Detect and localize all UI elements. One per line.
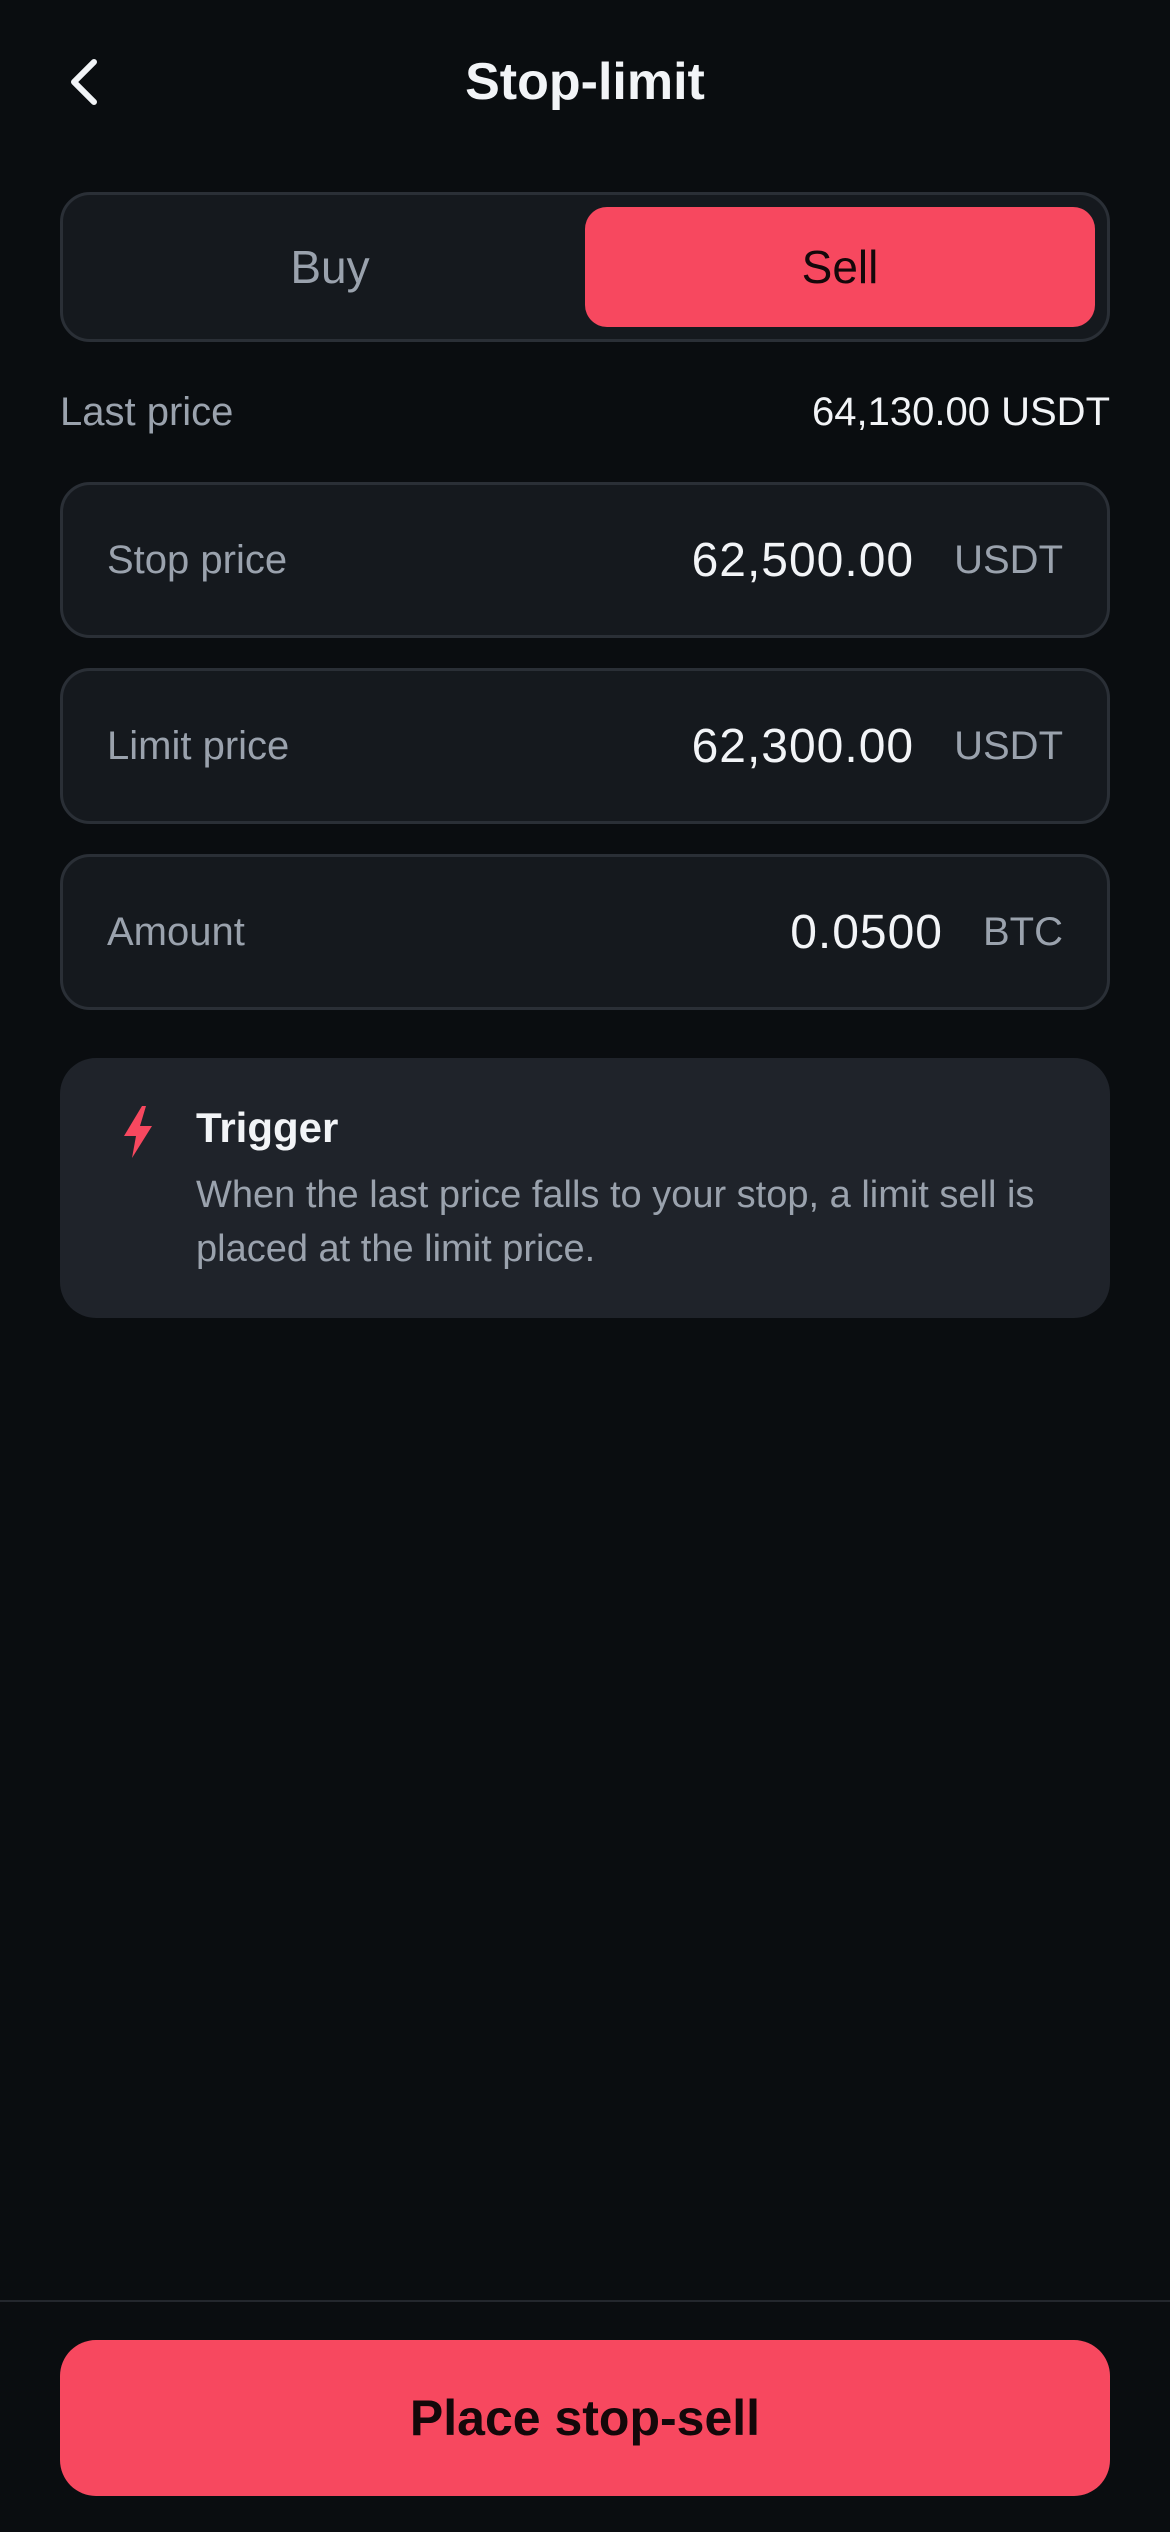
amount-label: Amount — [107, 909, 245, 954]
trigger-info-card: Trigger When the last price falls to you… — [60, 1058, 1110, 1318]
amount-unit: BTC — [983, 909, 1063, 954]
last-price-row: Last price 64,130.00 USDT — [60, 382, 1110, 442]
stop-price-value[interactable]: 62,500.00 — [692, 533, 915, 588]
amount-value[interactable]: 0.0500 — [790, 905, 943, 960]
trigger-title: Trigger — [196, 1104, 339, 1151]
last-price-label: Last price — [60, 389, 234, 434]
stop-price-unit: USDT — [954, 537, 1063, 582]
page-title: Stop-limit — [465, 53, 705, 111]
buy-sell-toggle: Buy Sell — [60, 192, 1110, 342]
buy-tab[interactable]: Buy — [75, 207, 585, 327]
limit-price-field[interactable]: Limit price 62,300.00 USDT — [60, 668, 1110, 824]
limit-price-value[interactable]: 62,300.00 — [692, 719, 915, 774]
lightning-bolt-icon — [124, 1106, 152, 1158]
footer-divider — [0, 2300, 1170, 2302]
amount-field[interactable]: Amount 0.0500 BTC — [60, 854, 1110, 1010]
sell-tab[interactable]: Sell — [585, 207, 1095, 327]
limit-price-label: Limit price — [107, 723, 290, 768]
limit-price-unit: USDT — [954, 723, 1063, 768]
stop-price-field[interactable]: Stop price 62,500.00 USDT — [60, 482, 1110, 638]
stop-price-label: Stop price — [107, 537, 288, 582]
last-price-value: 64,130.00 USDT — [812, 389, 1110, 434]
place-stop-sell-button[interactable]: Place stop-sell — [60, 2340, 1110, 2496]
header: Stop-limit — [0, 0, 1170, 168]
trigger-description: When the last price falls to your stop, … — [196, 1174, 1035, 1270]
